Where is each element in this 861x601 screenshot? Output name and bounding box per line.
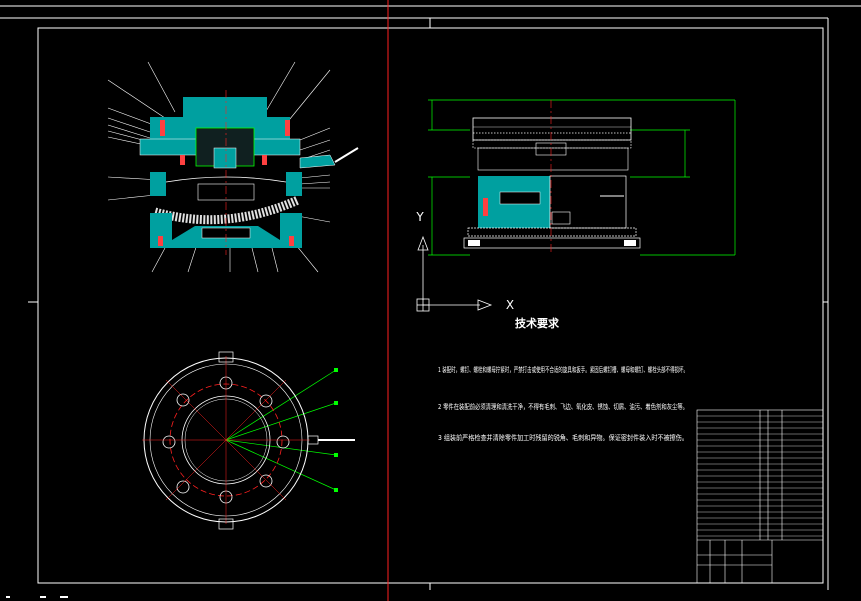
plan-view (142, 351, 355, 530)
parts-list (696, 409, 824, 584)
sheet-frame (0, 5, 861, 590)
tech-req-heading: 技术要求 (515, 316, 560, 330)
drawing-canvas[interactable]: Y X 技术要求 1 装配时，螺钉、螺栓和螺母拧紧时，严禁打击或使用不合适的旋具… (0, 0, 861, 601)
side-view (428, 99, 736, 256)
tech-req-item-1: 1 装配时，螺钉、螺栓和螺母拧紧时，严禁打击或使用不合适的旋具和扳手。紧固后螺钉… (438, 365, 688, 374)
parts-list-rows (697, 415, 823, 537)
tech-req-item-2: 2 零件在装配前必须清理和清洗干净，不得有毛刺、飞边、氧化皮、锈蚀、切屑、油污、… (438, 402, 688, 411)
cad-viewport[interactable]: Y X 技术要求 1 装配时，螺钉、螺栓和螺母拧紧时，严禁打击或使用不合适的旋具… (0, 0, 861, 601)
ucs-y-label: Y (415, 210, 424, 224)
tech-req-list: 1 装配时，螺钉、螺栓和螺母拧紧时，严禁打击或使用不合适的旋具和扳手。紧固后螺钉… (438, 365, 688, 442)
frame-ticks (28, 18, 828, 590)
ucs-x-label: X (506, 298, 514, 312)
status-ticks (6, 596, 68, 598)
tech-req-item-3: 3 组装前严格检查并清除零件加工时残留的锐角、毛刺和异物。保证密封件装入时不被擦… (438, 433, 688, 442)
section-view (107, 61, 359, 273)
